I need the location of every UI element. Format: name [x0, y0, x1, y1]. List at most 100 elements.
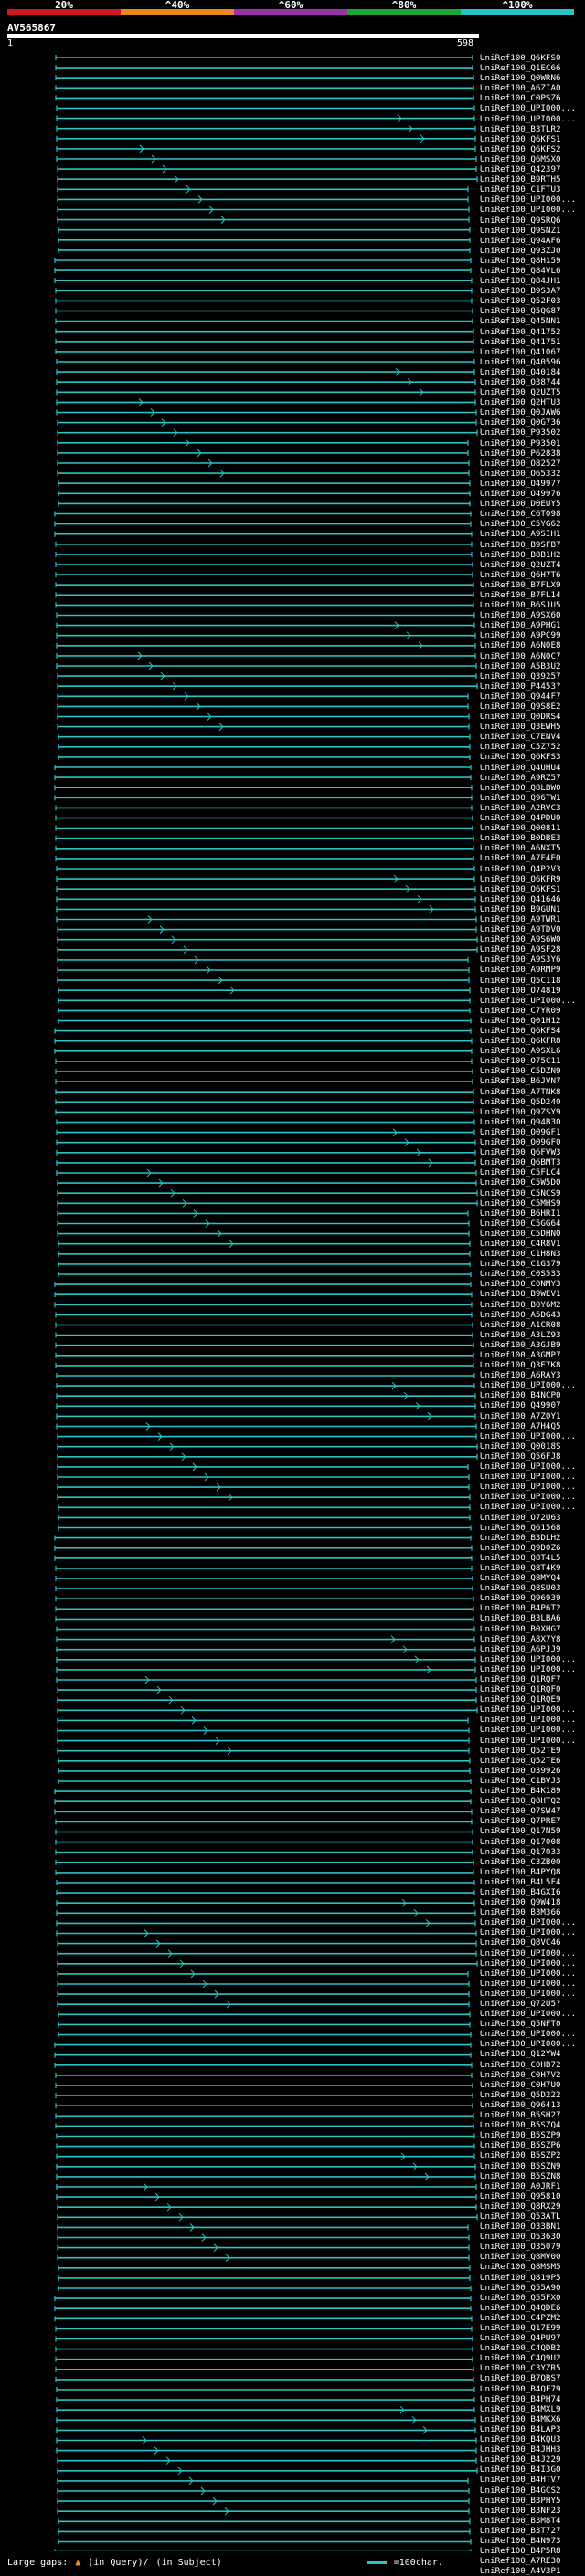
hit-label[interactable]: UniRef100_O35079	[480, 2242, 582, 2252]
hit-label[interactable]: UniRef100_A9S3Y6	[480, 955, 582, 965]
hit-label[interactable]: UniRef100_Q96TW1	[480, 793, 582, 803]
hit-label[interactable]: UniRef100_UPI000...	[480, 1958, 582, 1969]
hit-label[interactable]: UniRef100_C7YR09	[480, 1006, 582, 1016]
hit-label[interactable]: UniRef100_A9SIH1	[480, 529, 582, 539]
hit-label[interactable]: UniRef100_O75C11	[480, 1056, 582, 1066]
hit-label[interactable]: UniRef100_C5W5D0	[480, 1177, 582, 1188]
hit-label[interactable]: UniRef100_Q8MSM5	[480, 2262, 582, 2272]
hit-label[interactable]: UniRef100_Q8HTQ2	[480, 1796, 582, 1806]
hit-label[interactable]: UniRef100_Q6KFS4	[480, 1026, 582, 1036]
hit-label[interactable]: UniRef100_UPI000...	[480, 1736, 582, 1746]
hit-label[interactable]: UniRef100_C1H8N3	[480, 1249, 582, 1259]
hit-label[interactable]: UniRef100_UPI000...	[480, 2039, 582, 2049]
hit-label[interactable]: UniRef100_A9RZ57	[480, 773, 582, 783]
hit-label[interactable]: UniRef100_Q1RQE9	[480, 1694, 582, 1705]
hit-label[interactable]: UniRef100_B6SJU5	[480, 600, 582, 610]
hit-label[interactable]: UniRef100_Q84JH1	[480, 276, 582, 286]
hit-label[interactable]: UniRef100_C5Z752	[480, 742, 582, 752]
hit-label[interactable]: UniRef100_Q8LBW0	[480, 783, 582, 793]
hit-label[interactable]: UniRef100_P93501	[480, 438, 582, 449]
hit-label[interactable]: UniRef100_Q41067	[480, 347, 582, 357]
hit-label[interactable]: UniRef100_UPI000...	[480, 195, 582, 205]
hit-label[interactable]: UniRef100_A5DG43	[480, 1310, 582, 1320]
hit-label[interactable]: UniRef100_Q9W418	[480, 1897, 582, 1907]
hit-label[interactable]: UniRef100_B5SZP9	[480, 2130, 582, 2140]
hit-label[interactable]: UniRef100_B4GCS2	[480, 2486, 582, 2496]
hit-label[interactable]: UniRef100_B3T727	[480, 2526, 582, 2536]
hit-label[interactable]: UniRef100_B9RTH5	[480, 174, 582, 185]
hit-label[interactable]: UniRef100_Q41751	[480, 337, 582, 347]
hit-label[interactable]: UniRef100_Q42397	[480, 164, 582, 174]
hit-label[interactable]: UniRef100_Q7PRE7	[480, 1816, 582, 1826]
hit-label[interactable]: UniRef100_Q8RX29	[480, 2201, 582, 2212]
hit-label[interactable]: UniRef100_UPI000...	[480, 1917, 582, 1927]
hit-label[interactable]: UniRef100_Q9ZSY9	[480, 1107, 582, 1117]
hit-label[interactable]: UniRef100_Q93ZJ0	[480, 246, 582, 256]
hit-label[interactable]: UniRef100_UPI000...	[480, 1927, 582, 1937]
hit-label[interactable]: UniRef100_B3LBA6	[480, 1613, 582, 1623]
hit-label[interactable]: UniRef100_Q5D222	[480, 2090, 582, 2100]
hit-label[interactable]: UniRef100_A7TNK8	[480, 1087, 582, 1097]
hit-label[interactable]: UniRef100_UPI000...	[480, 1502, 582, 1512]
hit-label[interactable]: UniRef100_Q96413	[480, 2100, 582, 2110]
hit-label[interactable]: UniRef100_UPI000...	[480, 1462, 582, 1472]
hit-label[interactable]: UniRef100_Q6KFR9	[480, 874, 582, 884]
hit-label[interactable]: UniRef100_C3ZB00	[480, 1857, 582, 1867]
hit-label[interactable]: UniRef100_A7Z0Y1	[480, 1411, 582, 1421]
hit-label[interactable]: UniRef100_A2RVC3	[480, 803, 582, 813]
hit-label[interactable]: UniRef100_Q5QG87	[480, 306, 582, 316]
hit-label[interactable]: UniRef100_C3YZR5	[480, 2363, 582, 2373]
hit-label[interactable]: UniRef100_A3GJB9	[480, 1340, 582, 1350]
hit-label[interactable]: UniRef100_Q72U5?	[480, 1999, 582, 2009]
hit-label[interactable]: UniRef100_UPI000...	[480, 1431, 582, 1441]
hit-label[interactable]: UniRef100_A4V3P1	[480, 2566, 582, 2576]
hit-label[interactable]: UniRef100_B5SZN9	[480, 2161, 582, 2171]
hit-label[interactable]: UniRef100_B6HRI1	[480, 1209, 582, 1219]
hit-label[interactable]: UniRef100_Q6KFS0	[480, 53, 582, 63]
hit-label[interactable]: UniRef100_A6PJJ9	[480, 1644, 582, 1654]
hit-label[interactable]: UniRef100_O49976	[480, 489, 582, 499]
hit-label[interactable]: UniRef100_B4HTV7	[480, 2475, 582, 2485]
hit-label[interactable]: UniRef100_C1BVJ3	[480, 1776, 582, 1786]
hit-label[interactable]: UniRef100_UPI000...	[480, 205, 582, 215]
hit-label[interactable]: UniRef100_Q84VL6	[480, 266, 582, 276]
hit-label[interactable]: UniRef100_Q4PDU0	[480, 813, 582, 823]
hit-label[interactable]: UniRef100_O74819	[480, 986, 582, 996]
hit-label[interactable]: UniRef100_Q41646	[480, 894, 582, 904]
hit-label[interactable]: UniRef100_A9S6W0	[480, 934, 582, 945]
hit-label[interactable]: UniRef100_Q9SNZ1	[480, 226, 582, 236]
hit-label[interactable]: UniRef100_Q8MYQ4	[480, 1573, 582, 1583]
hit-label[interactable]: UniRef100_B7QBS7	[480, 2373, 582, 2383]
hit-label[interactable]: UniRef100_D0EUY5	[480, 499, 582, 509]
hit-label[interactable]: UniRef100_Q6BMT3	[480, 1157, 582, 1167]
hit-label[interactable]: UniRef100_B0Y6M2	[480, 1300, 582, 1310]
hit-label[interactable]: UniRef100_O33BN1	[480, 2222, 582, 2232]
hit-label[interactable]: UniRef100_O65332	[480, 469, 582, 479]
hit-label[interactable]: UniRef100_O53630	[480, 2232, 582, 2242]
hit-label[interactable]: UniRef100_C5DZN9	[480, 1066, 582, 1076]
hit-label[interactable]: UniRef100_P62838	[480, 449, 582, 459]
hit-label[interactable]: UniRef100_A1CR08	[480, 1320, 582, 1330]
hit-label[interactable]: UniRef100_A9RMP9	[480, 965, 582, 975]
hit-label[interactable]: UniRef100_Q53ATL	[480, 2212, 582, 2222]
hit-label[interactable]: UniRef100_B4K189	[480, 1786, 582, 1796]
hit-label[interactable]: UniRef100_UPI000...	[480, 1979, 582, 1989]
hit-label[interactable]: UniRef100_B4JHH3	[480, 2444, 582, 2455]
hit-label[interactable]: UniRef100_Q52TE9	[480, 1746, 582, 1756]
hit-label[interactable]: UniRef100_UPI000...	[480, 1948, 582, 1958]
hit-label[interactable]: UniRef100_UPI000...	[480, 1969, 582, 1979]
hit-label[interactable]: UniRef100_Q4P2V3	[480, 864, 582, 874]
hit-label[interactable]: UniRef100_C1G379	[480, 1259, 582, 1269]
hit-label[interactable]: UniRef100_B4I3G0	[480, 2465, 582, 2475]
hit-label[interactable]: UniRef100_Q2UZT4	[480, 560, 582, 570]
hit-label[interactable]: UniRef100_UPI000...	[480, 2029, 582, 2039]
hit-label[interactable]: UniRef100_B4J229	[480, 2455, 582, 2465]
hit-label[interactable]: UniRef100_Q0G736	[480, 417, 582, 428]
hit-label[interactable]: UniRef100_B3TLR2	[480, 124, 582, 134]
hit-label[interactable]: UniRef100_B5SZQ4	[480, 2120, 582, 2130]
hit-label[interactable]: UniRef100_C7ENV4	[480, 732, 582, 742]
hit-label[interactable]: UniRef100_Q17E99	[480, 2323, 582, 2333]
hit-label[interactable]: UniRef100_A9TWR1	[480, 914, 582, 924]
hit-label[interactable]: UniRef100_Q40184	[480, 367, 582, 377]
hit-label[interactable]: UniRef100_Q1RQF7	[480, 1674, 582, 1684]
